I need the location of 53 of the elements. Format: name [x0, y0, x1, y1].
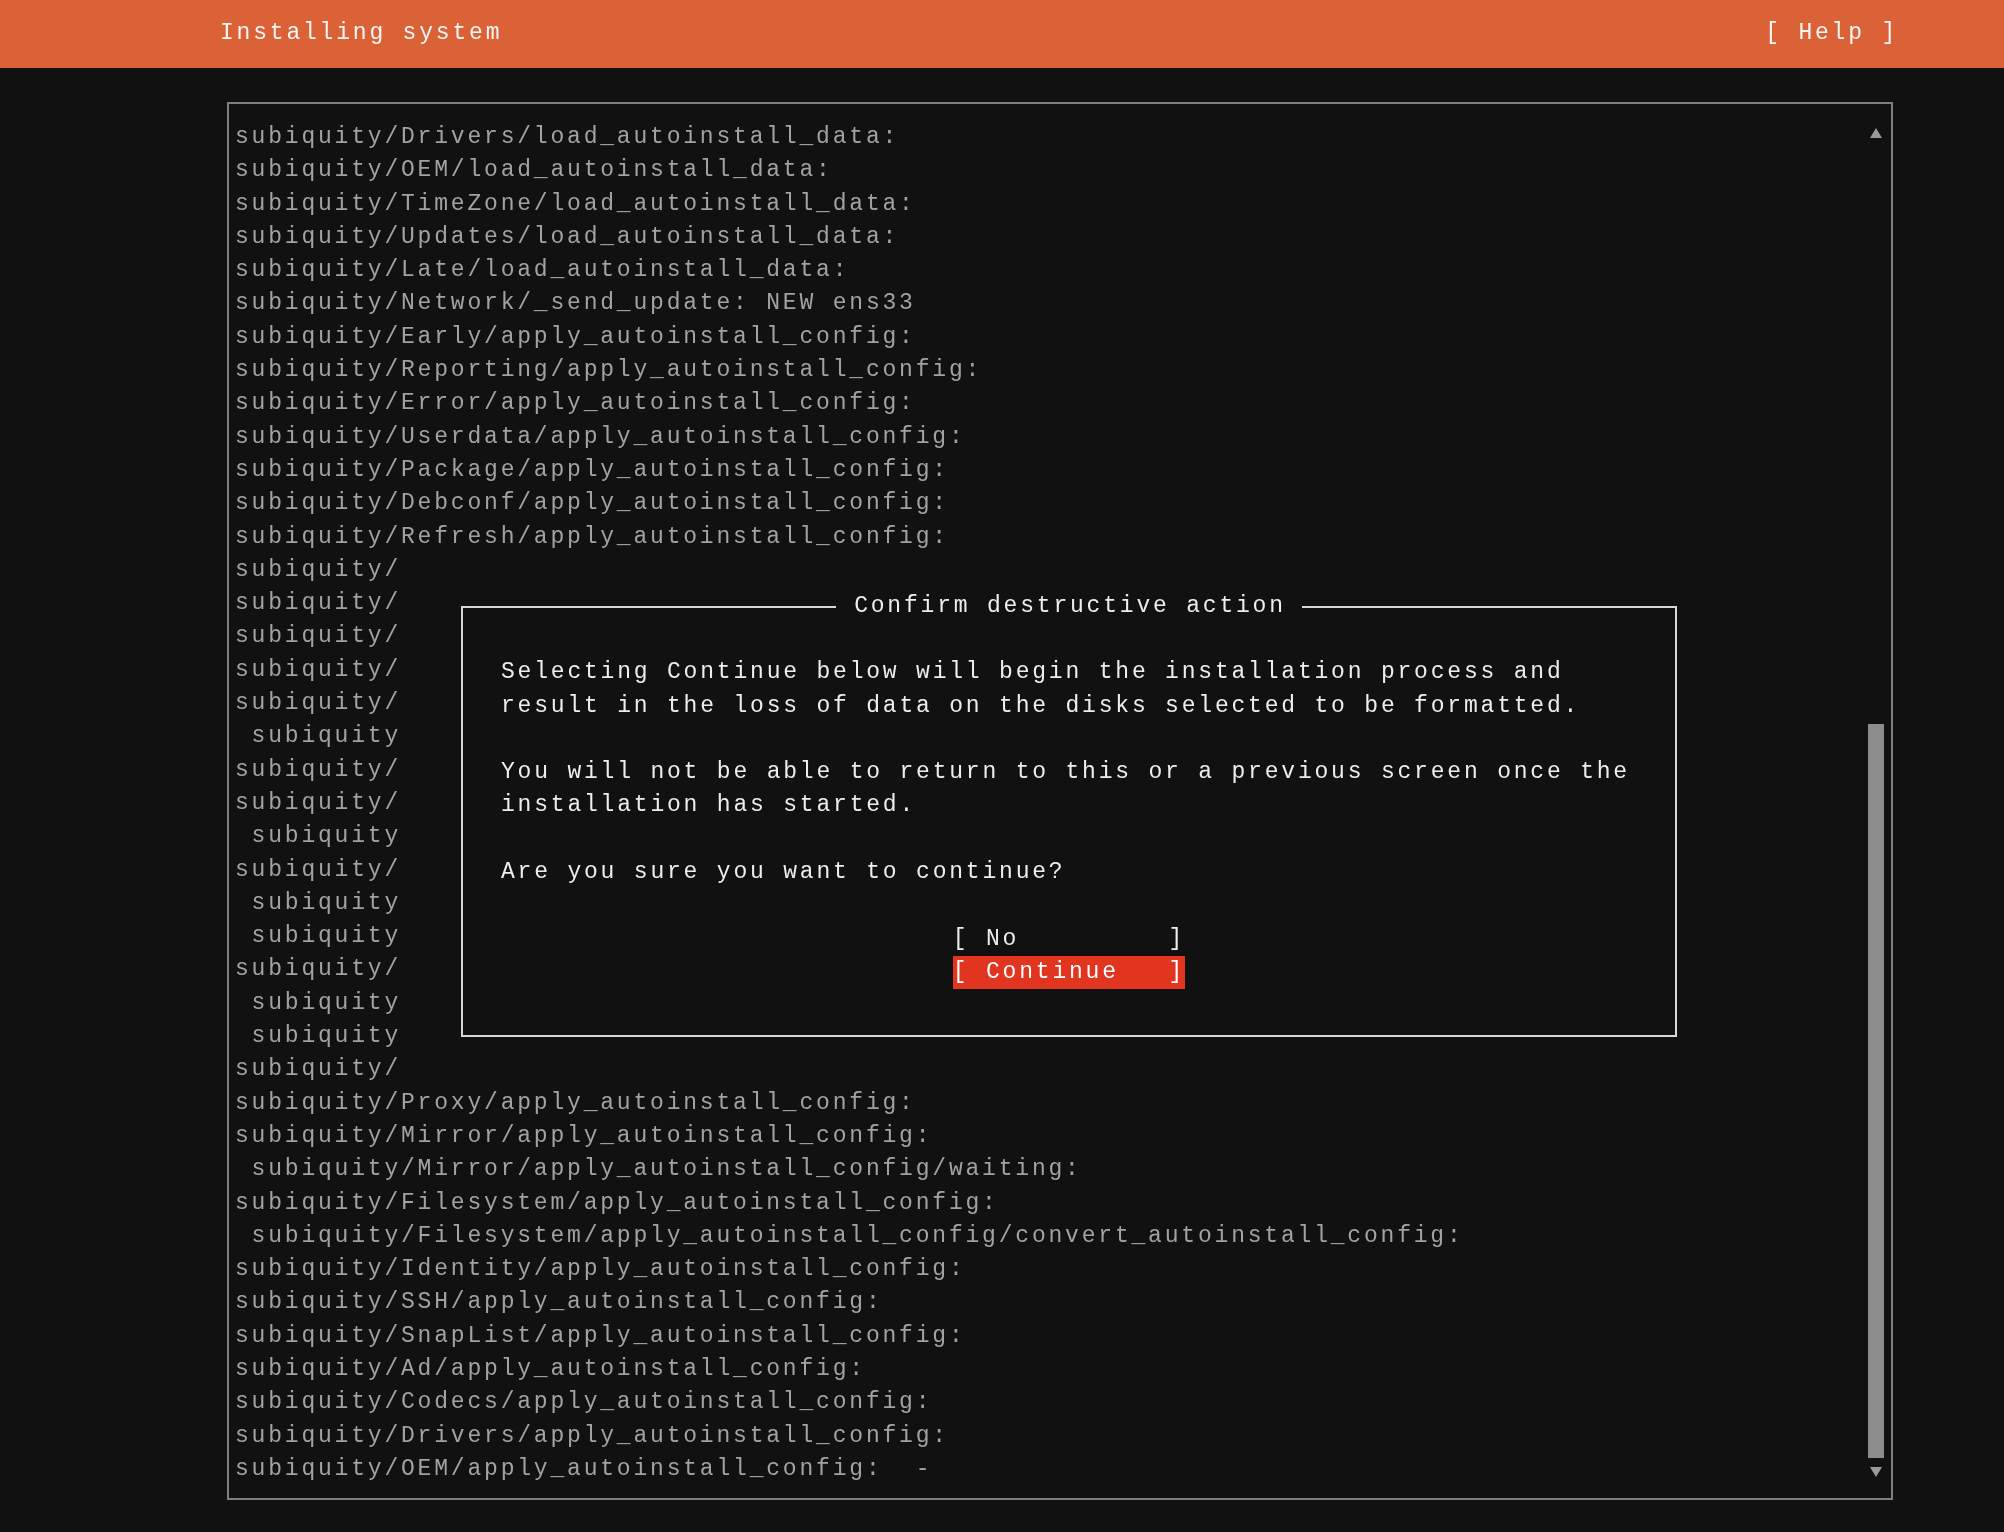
log-line: subiquity/Package/apply_autoinstall_config:	[235, 455, 949, 485]
help-button[interactable]: [ Help ]	[1765, 17, 1898, 51]
log-line: subiquity/	[235, 555, 402, 585]
log-line: subiquity/Error/apply_autoinstall_config:	[235, 389, 916, 419]
log-line: subiquity/Debconf/apply_autoinstall_config:	[235, 489, 949, 519]
log-line: subiquity	[251, 822, 401, 852]
log-line: subiquity/Mirror/apply_autoinstall_config:	[235, 1121, 933, 1151]
log-line: subiquity/	[235, 955, 402, 985]
log-line: subiquity/	[235, 855, 402, 885]
dialog-message: Selecting Continue below will begin the installation process and result in the loss of data on the disks selected to be formatted.	[501, 658, 1582, 721]
dialog-message: Are you sure you want to continue?	[501, 858, 1067, 888]
scrollbar-thumb[interactable]	[1868, 724, 1884, 1458]
log-line: subiquity/Reporting/apply_autoinstall_config:	[235, 356, 983, 386]
dialog-button[interactable]: [ Continue ]	[952, 955, 1186, 990]
log-line: subiquity/Filesystem/apply_autoinstall_config/convert_autoinstall_config:	[251, 1221, 1464, 1251]
log-line: subiquity/SnapList/apply_autoinstall_config:	[235, 1321, 966, 1351]
dialog-button[interactable]: [ No ]	[952, 922, 1186, 956]
log-line: subiquity	[251, 888, 401, 918]
log-line: subiquity/	[235, 788, 402, 818]
log-line: subiquity/	[235, 589, 402, 619]
log-line: subiquity/Filesystem/apply_autoinstall_config:	[235, 1188, 999, 1218]
progress-spinner: -	[915, 1454, 933, 1484]
log-line: subiquity/Drivers/apply_autoinstall_config:	[235, 1421, 949, 1451]
log-line: subiquity/Mirror/apply_autoinstall_config/waiting:	[251, 1155, 1082, 1185]
log-line: subiquity/Refresh/apply_autoinstall_config:	[235, 522, 949, 552]
log-line: subiquity/	[235, 622, 402, 652]
log-line: subiquity	[251, 722, 401, 752]
dialog-message: You will not be able to return to this or a previous screen once the installation has started.	[501, 758, 1631, 821]
scroll-down-icon[interactable]	[1870, 1467, 1882, 1477]
screen-title: Installing system	[220, 19, 503, 49]
log-line: subiquity/Ad/apply_autoinstall_config:	[235, 1355, 866, 1384]
dialog-title: Confirm destructive action	[853, 592, 1287, 621]
log-line: subiquity/Network/_send_update: NEW ens33	[235, 289, 916, 319]
log-line: subiquity/	[235, 655, 402, 685]
log-line: subiquity/	[235, 755, 402, 785]
log-line: subiquity	[251, 922, 401, 952]
log-line: subiquity/Userdata/apply_autoinstall_config:	[235, 422, 966, 452]
log-line: subiquity/Identity/apply_autoinstall_config:	[235, 1255, 966, 1285]
log-line: subiquity/	[235, 1055, 402, 1085]
log-line: subiquity	[251, 1022, 401, 1051]
log-line: subiquity/TimeZone/load_autoinstall_data:	[235, 189, 916, 219]
log-line: subiquity/Early/apply_autoinstall_config:	[235, 322, 916, 352]
log-line: subiquity/Drivers/load_autoinstall_data:	[235, 123, 900, 152]
log-line: subiquity/Updates/load_autoinstall_data:	[235, 222, 900, 252]
log-line: subiquity/OEM/apply_autoinstall_config:	[235, 1454, 883, 1484]
log-line: subiquity/Proxy/apply_autoinstall_config:	[235, 1088, 916, 1118]
log-line: subiquity/Codecs/apply_autoinstall_config:	[235, 1388, 933, 1418]
log-line: subiquity/SSH/apply_autoinstall_config:	[235, 1288, 883, 1318]
log-line: subiquity/	[235, 689, 402, 719]
log-line: subiquity	[251, 988, 401, 1018]
log-line: subiquity/OEM/load_autoinstall_data:	[235, 156, 833, 186]
log-line: subiquity/Late/load_autoinstall_data:	[235, 256, 850, 286]
scroll-up-icon[interactable]	[1870, 128, 1882, 138]
